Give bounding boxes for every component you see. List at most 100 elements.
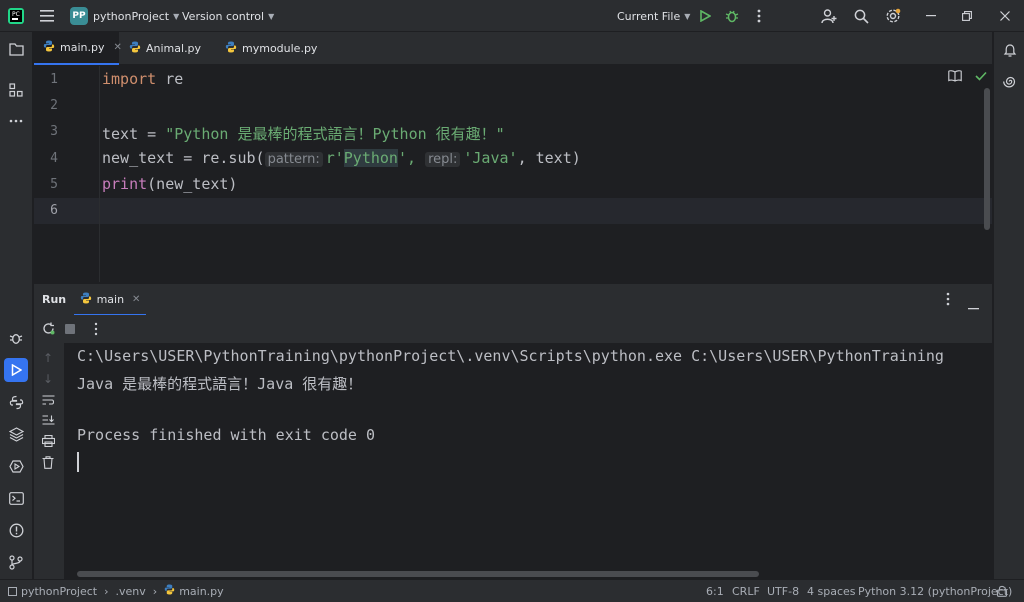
run-tab-label: main [96,292,125,306]
caret-position[interactable]: 6:1 [706,580,724,602]
chevron-down-icon: ▼ [684,11,691,21]
problems-icon[interactable] [4,518,28,542]
code-text: new_text = re.sub( [102,149,265,167]
code-line-1: import re [102,70,183,88]
python-file-icon [43,40,55,55]
line-number: 4 [50,151,58,166]
editor-scrollbar[interactable] [984,88,990,230]
breadcrumb-project[interactable]: pythonProject [21,585,97,598]
python-file-icon [164,584,175,598]
tab-label: main.py [60,41,105,54]
scroll-down-arrow-icon[interactable]: ↓ [43,372,53,386]
string-literal: r' [325,149,344,167]
regex-match-highlight: Python [343,149,398,167]
rerun-icon[interactable] [42,322,55,338]
line-number: 1 [50,72,58,87]
line-separator[interactable]: CRLF [732,580,760,602]
line-number: 3 [50,124,58,139]
builtin-print: print [102,175,148,193]
close-window-icon[interactable] [993,4,1017,28]
settings-gear-icon[interactable] [881,4,905,28]
scroll-to-end-icon[interactable] [42,415,55,430]
left-tool-strip [0,32,33,579]
code-text: re [156,70,184,88]
project-square-icon [8,586,17,596]
breadcrumb-venv[interactable]: .venv [116,585,146,598]
clear-all-trash-icon[interactable] [42,456,54,472]
terminal-icon[interactable] [4,486,28,510]
pycharm-logo-icon[interactable]: PC [4,4,28,28]
python-packages-icon[interactable] [4,422,28,446]
reader-mode-book-icon[interactable] [948,70,962,85]
lock-file-icon[interactable] [996,580,1008,602]
more-actions-icon[interactable] [747,4,771,28]
code-line-3: text = "Python 是最棒的程式語言！Python 很有趣！" [102,123,505,144]
more-run-actions-icon[interactable] [94,322,98,339]
run-tool-icon[interactable] [4,358,28,382]
console-horizontal-scrollbar[interactable] [77,571,759,577]
restore-icon[interactable] [955,4,979,28]
string-literal: ', [397,149,417,167]
ai-assistant-spiral-icon[interactable] [998,69,1022,93]
add-user-icon[interactable] [817,4,841,28]
close-tab-icon[interactable]: ✕ [132,294,140,305]
soft-wrap-icon[interactable] [42,395,55,409]
code-text: (new_text) [147,175,238,193]
minimize-icon[interactable] [919,4,943,28]
main-menu-icon[interactable] [35,4,59,28]
structure-icon[interactable] [4,78,28,102]
run-tab-main[interactable]: main ✕ [74,284,146,316]
vcs-label: Version control [182,9,265,23]
project-name: pythonProject [93,9,170,23]
current-line-highlight [34,198,992,224]
code-editor[interactable]: 1 2 3 4 5 6 import re text = "Python 是最棒… [34,66,992,282]
string-literal: 'Java' [463,149,518,167]
console-line-exit: Process finished with exit code 0 [77,426,376,444]
chevron-right-icon: › [104,584,109,598]
print-icon[interactable] [41,434,56,450]
tab-label: mymodule.py [242,42,318,55]
debug-tool-icon[interactable] [4,326,28,350]
run-config-selector[interactable]: Current File ▼ [617,0,690,32]
tab-animal-py[interactable]: Animal.py [129,32,219,65]
debug-icon[interactable] [720,4,744,28]
run-console-output[interactable]: C:\Users\USER\PythonTraining\pythonProje… [64,343,992,579]
breadcrumb-file[interactable]: main.py [179,585,223,598]
notifications-bell-icon[interactable] [998,38,1022,62]
panel-options-icon[interactable] [946,292,950,309]
tab-main-py[interactable]: main.py ✕ [34,32,122,65]
python-console-icon[interactable] [4,390,28,414]
version-control-icon[interactable] [4,550,28,574]
services-icon[interactable] [4,454,28,478]
code-text: , text) [517,149,581,167]
stop-icon[interactable] [65,324,75,334]
indent-setting[interactable]: 4 spaces [807,580,856,602]
title-bar: PC PP pythonProject ▼ Version control ▼ … [0,0,1024,32]
vcs-menu[interactable]: Version control ▼ [182,0,274,32]
chevron-right-icon: › [152,584,158,598]
python-interpreter[interactable]: Python 3.12 (pythonProject) [858,580,1012,602]
gutter-divider [99,66,100,282]
search-icon[interactable] [849,4,873,28]
python-file-icon [80,292,92,307]
scroll-up-arrow-icon[interactable]: ↑ [43,351,53,365]
run-icon[interactable] [693,4,717,28]
project-switcher[interactable]: PP pythonProject ▼ [70,0,179,32]
project-folder-icon[interactable] [4,37,28,61]
inspection-ok-check-icon[interactable] [975,70,987,84]
code-line-4: new_text = re.sub(pattern: r'Python', rep… [102,149,581,167]
run-panel-header: Run main ✕ [34,283,992,316]
run-side-toolbar: ↑ ↓ [34,343,64,579]
run-toolbar [34,315,992,343]
console-line-output: Java 是最棒的程式語言！Java 很有趣！ [77,375,363,393]
hide-panel-icon[interactable] [968,299,979,313]
close-tab-icon[interactable]: ✕ [113,42,121,53]
editor-tab-bar: main.py ✕ Animal.py mymodule.py [34,32,992,65]
code-line-5: print(new_text) [102,175,237,193]
string-literal: "Python 是最棒的程式語言！Python 很有趣！" [165,125,505,143]
tab-mymodule-py[interactable]: mymodule.py [225,32,335,65]
file-encoding[interactable]: UTF-8 [767,580,799,602]
more-tools-icon[interactable] [4,109,28,133]
project-badge: PP [70,7,88,25]
status-bar: pythonProject › .venv › main.py 6:1 CRLF… [0,579,1024,602]
